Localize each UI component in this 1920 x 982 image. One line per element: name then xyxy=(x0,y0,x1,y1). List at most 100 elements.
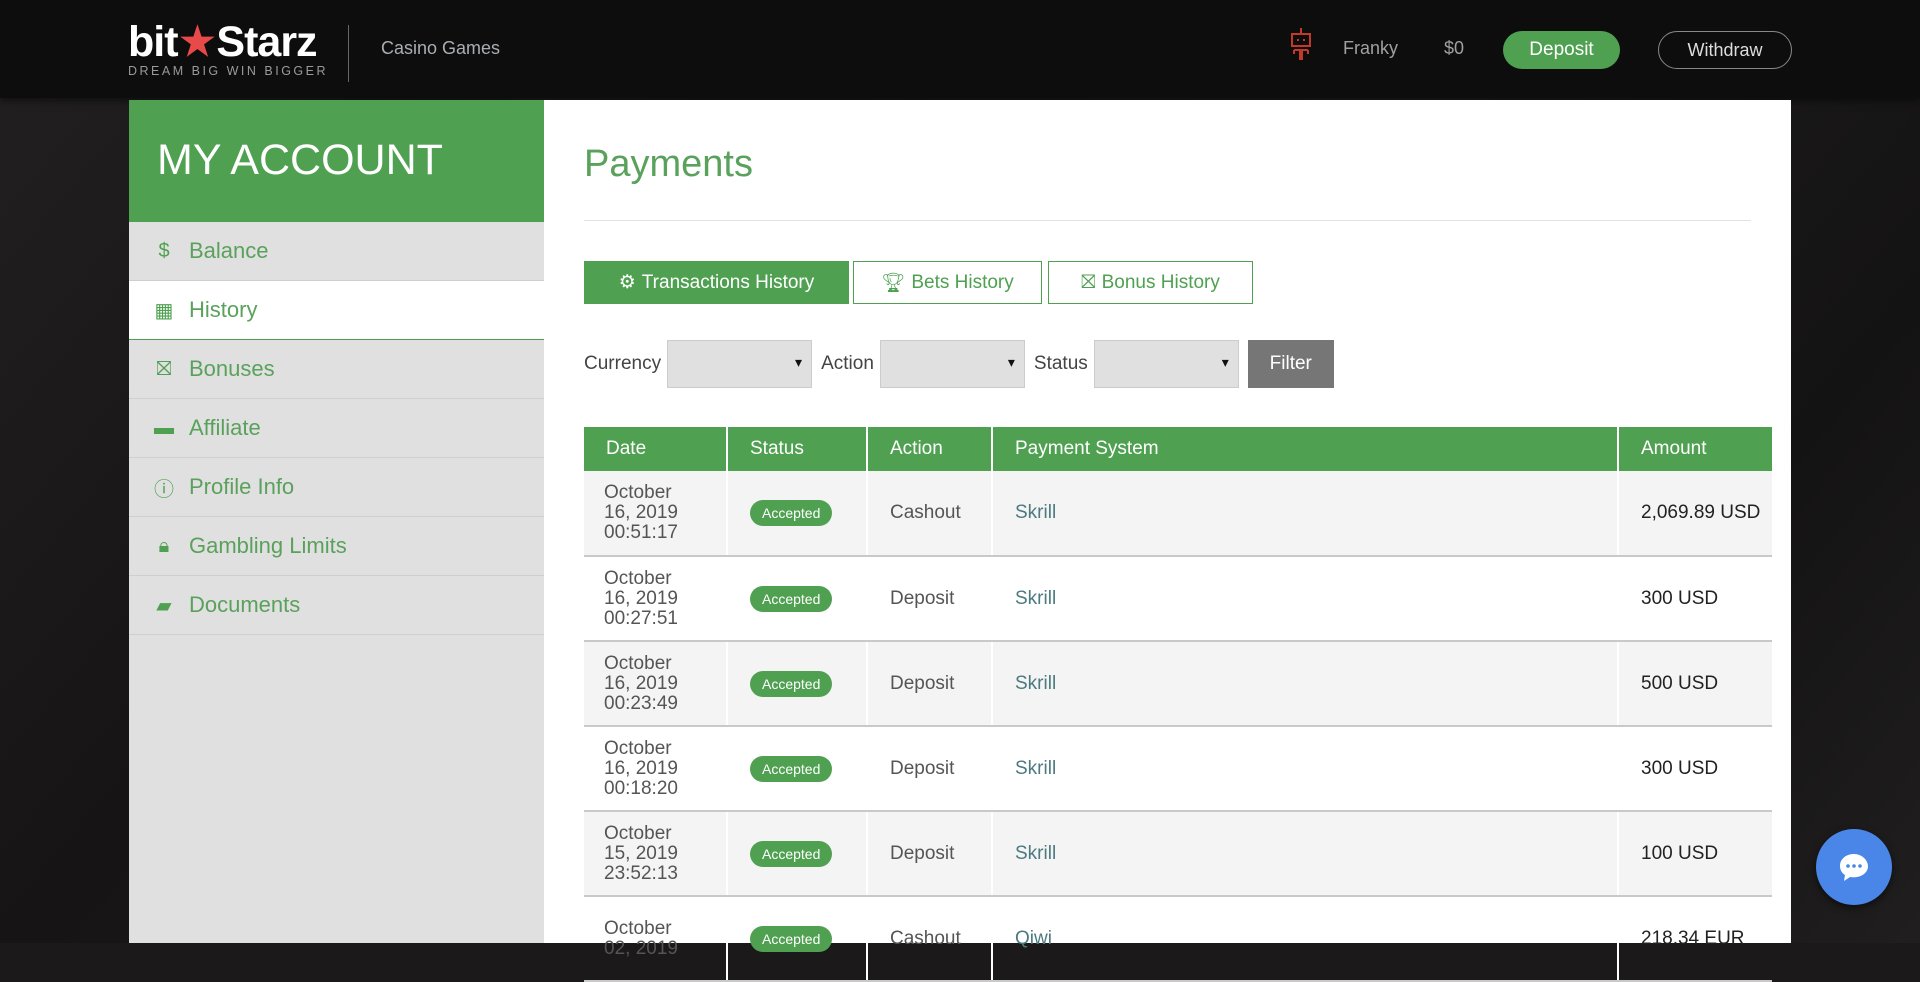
table-row: October 16, 2019 00:18:20 Accepted Deposit… xyxy=(584,726,1772,812)
date-cell: October 02, 2019 xyxy=(584,896,728,982)
status-badge: Accepted xyxy=(750,585,833,612)
status-badge: Accepted xyxy=(750,925,833,952)
currency-label: Currency xyxy=(584,353,662,374)
payment-system-cell: Skrill xyxy=(992,641,1619,727)
date-line: 16, 2019 xyxy=(604,502,678,523)
gear-icon: ⚙ xyxy=(618,272,636,293)
action-cell: Cashout xyxy=(867,471,993,557)
date-cell: October 15, 2019 23:52:13 xyxy=(584,811,728,897)
username[interactable]: Franky xyxy=(1343,38,1398,59)
date-cell: October 16, 2019 00:27:51 xyxy=(584,556,728,642)
robot-avatar-icon[interactable] xyxy=(1290,28,1312,60)
amount-cell: 300 USD xyxy=(1618,726,1772,812)
casino-games-link[interactable]: Casino Games xyxy=(381,38,500,59)
filter-bar: Currency Action Status Filter xyxy=(584,340,1334,388)
sidebar-item-label: Bonuses xyxy=(189,356,275,381)
sidebar-title: MY ACCOUNT xyxy=(129,100,544,222)
status-badge: Accepted xyxy=(750,500,833,526)
sidebar-item-label: History xyxy=(189,297,258,322)
date-line: 16, 2019 xyxy=(604,672,678,694)
status-cell: Accepted xyxy=(727,556,868,642)
status-cell: Accepted xyxy=(727,896,868,982)
table-row: October 16, 2019 00:51:17 Accepted Cashout… xyxy=(584,471,1772,557)
header-divider xyxy=(348,25,349,82)
date-line: October xyxy=(604,567,672,589)
date-cell: October 16, 2019 00:18:20 xyxy=(584,726,728,812)
date-line: 00:27:51 xyxy=(604,607,678,629)
briefcase-icon: ▬ xyxy=(154,416,174,439)
sidebar-item-label: Documents xyxy=(189,592,301,617)
sidebar-item-label: Profile Info xyxy=(189,474,295,499)
sidebar-item-gambling-limits[interactable]: 🔒︎ Gambling Limits xyxy=(129,517,544,576)
filter-button[interactable]: Filter xyxy=(1247,340,1334,388)
sidebar-item-profile-info[interactable]: ⓘ Profile Info xyxy=(129,458,544,517)
amount-cell: 218.34 EUR xyxy=(1618,896,1772,982)
sidebar-item-bonuses[interactable]: ⛝ Bonuses xyxy=(129,340,544,399)
top-header: bit ★ Starz DREAM BIG WIN BIGGER Casino Ga… xyxy=(0,0,1920,98)
action-cell: Deposit xyxy=(867,556,993,642)
status-cell: Accepted xyxy=(727,471,868,557)
trophy-icon: 🏆︎ xyxy=(881,272,906,294)
tab-transactions-history[interactable]: ⚙ Transactions History xyxy=(584,261,849,304)
action-cell: Deposit xyxy=(867,726,993,812)
sidebar-item-balance[interactable]: $ Balance xyxy=(129,222,544,281)
amount-cell: 100 USD xyxy=(1618,811,1772,897)
bitstarz-logo[interactable]: bit ★ Starz DREAM BIG WIN BIGGER xyxy=(128,21,329,79)
action-label: Action xyxy=(821,353,874,374)
table-row: October 15, 2019 23:52:13 Accepted Deposit… xyxy=(584,811,1772,897)
action-select[interactable] xyxy=(879,340,1025,388)
payment-system-cell: Qiwi xyxy=(992,896,1619,982)
amount-cell: 300 USD xyxy=(1618,556,1772,642)
currency-select[interactable] xyxy=(667,340,813,388)
date-line: October xyxy=(604,737,672,759)
tab-bets-history[interactable]: 🏆︎ Bets History xyxy=(853,261,1042,304)
transactions-table: Date Status Action Payment System Amount… xyxy=(584,427,1772,982)
status-select[interactable] xyxy=(1093,340,1239,388)
date-line: October xyxy=(604,822,672,844)
action-cell: Deposit xyxy=(867,641,993,727)
date-line: 23:52:13 xyxy=(604,862,678,884)
tab-label: Bets History xyxy=(911,271,1014,293)
status-cell: Accepted xyxy=(727,811,868,897)
amount-cell: 500 USD xyxy=(1618,641,1772,727)
table-row: October 16, 2019 00:27:51 Accepted Deposit… xyxy=(584,556,1772,642)
date-line: 00:18:20 xyxy=(604,777,678,799)
date-cell: October 16, 2019 00:23:49 xyxy=(584,641,728,727)
sidebar-item-label: Balance xyxy=(189,238,269,263)
deposit-button[interactable]: Deposit xyxy=(1503,31,1620,69)
date-line: 00:23:49 xyxy=(604,692,678,714)
date-line: October xyxy=(604,482,672,503)
status-cell: Accepted xyxy=(727,726,868,812)
sidebar-item-history[interactable]: ▦ History xyxy=(129,281,544,340)
payment-system-cell: Skrill xyxy=(992,811,1619,897)
date-line: October xyxy=(604,917,672,939)
page-title: Payments xyxy=(584,143,753,185)
column-header-date: Date xyxy=(584,427,728,471)
info-icon: ⓘ xyxy=(154,478,174,501)
folder-icon: ▰ xyxy=(156,594,172,617)
tab-bonus-history[interactable]: ⛝ Bonus History xyxy=(1048,261,1253,304)
action-cell: Cashout xyxy=(867,896,993,982)
calendar-icon: ▦ xyxy=(154,299,174,322)
date-line: 16, 2019 xyxy=(604,587,678,609)
sidebar-item-documents[interactable]: ▰ Documents xyxy=(129,576,544,635)
column-header-action: Action xyxy=(867,427,993,471)
chat-button[interactable] xyxy=(1816,829,1892,905)
chat-bubble-icon xyxy=(1840,854,1868,881)
payments-panel: Payments ⚙ Transactions History 🏆︎ Bets Hi… xyxy=(544,100,1791,982)
gift-icon: ⛝ xyxy=(156,357,172,380)
amount-cell: 2,069.89 USD xyxy=(1618,471,1772,557)
table-row: October 02, 2019 Accepted Cashout Qiwi 21… xyxy=(584,896,1772,982)
date-line: 15, 2019 xyxy=(604,842,678,864)
sidebar-item-affiliate[interactable]: ▬ Affiliate xyxy=(129,399,544,458)
withdraw-button[interactable]: Withdraw xyxy=(1658,31,1792,69)
logo-tagline: DREAM BIG WIN BIGGER xyxy=(128,64,329,78)
lock-icon: 🔒︎ xyxy=(158,534,170,557)
title-divider xyxy=(584,220,1751,221)
status-badge: Accepted xyxy=(750,670,833,697)
column-header-amount: Amount xyxy=(1618,427,1772,471)
sidebar-item-label: Gambling Limits xyxy=(189,533,347,558)
date-line: 00:51:17 xyxy=(604,522,678,543)
status-badge: Accepted xyxy=(750,840,833,867)
date-line: 16, 2019 xyxy=(604,757,678,779)
